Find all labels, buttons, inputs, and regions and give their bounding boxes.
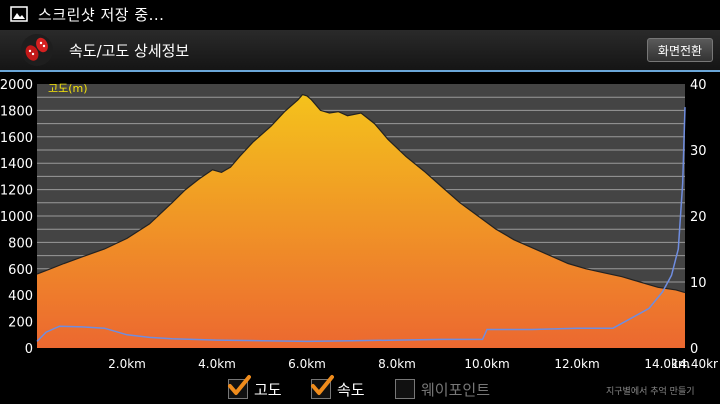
status-text: 스크린샷 저장 중...: [38, 6, 165, 24]
status-bar: 스크린샷 저장 중...: [0, 0, 720, 30]
checkmark-icon: [228, 375, 251, 395]
y-left-tick-label: 1600: [0, 131, 33, 146]
app-header: 속도/고도 상세정보: [0, 30, 720, 72]
x-tick-label: 2.0km: [108, 357, 146, 371]
image-icon: [10, 6, 28, 22]
y-left-tick-label: 800: [8, 236, 33, 251]
series-label: 고도(m): [48, 82, 88, 95]
x-tick-label: 8.0km: [378, 357, 416, 371]
page-title: 속도/고도 상세정보: [69, 42, 190, 60]
x-tick-label: 12.0km: [554, 357, 599, 371]
y-left-tick-label: 1800: [0, 104, 33, 119]
toggle-view-button[interactable]: 화면전환: [647, 38, 713, 62]
x-tick-label: 14.40kr: [672, 357, 718, 371]
y-left-tick-label: 2000: [0, 78, 33, 93]
checkbox-box[interactable]: [395, 379, 415, 399]
y-left-tick-label: 0: [25, 342, 33, 357]
y-right-tick-label: 10: [690, 276, 707, 291]
watermark: 지구별에서 추억 만들기: [606, 387, 695, 397]
y-right-tick-label: 20: [690, 210, 707, 225]
y-left-tick-label: 600: [8, 263, 33, 278]
footprints-icon: [21, 34, 53, 66]
y-right-tick-label: 0: [690, 342, 698, 357]
y-left-tick-label: 1200: [0, 184, 33, 199]
checkbox-box[interactable]: [311, 375, 334, 399]
checkmark-icon: [311, 375, 334, 395]
elevation-option-label: 고도: [254, 381, 282, 399]
waypoint-option-label: 웨이포인트: [421, 381, 491, 399]
y-right-tick-label: 40: [690, 78, 707, 93]
checkbox-box[interactable]: [228, 375, 251, 399]
x-tick-label: 4.0km: [198, 357, 236, 371]
elevation-speed-chart: 2000180016001400120010008006004002000 40…: [0, 78, 718, 371]
x-tick-label: 6.0km: [288, 357, 326, 371]
y-left-tick-label: 1400: [0, 157, 33, 172]
y-left-tick-label: 400: [8, 289, 33, 304]
x-tick-label: 10.0km: [464, 357, 509, 371]
y-right-tick-label: 30: [690, 144, 707, 159]
y-left-tick-label: 1000: [0, 210, 33, 225]
speed-option-label: 속도: [337, 381, 365, 399]
y-left-tick-label: 200: [8, 316, 33, 331]
